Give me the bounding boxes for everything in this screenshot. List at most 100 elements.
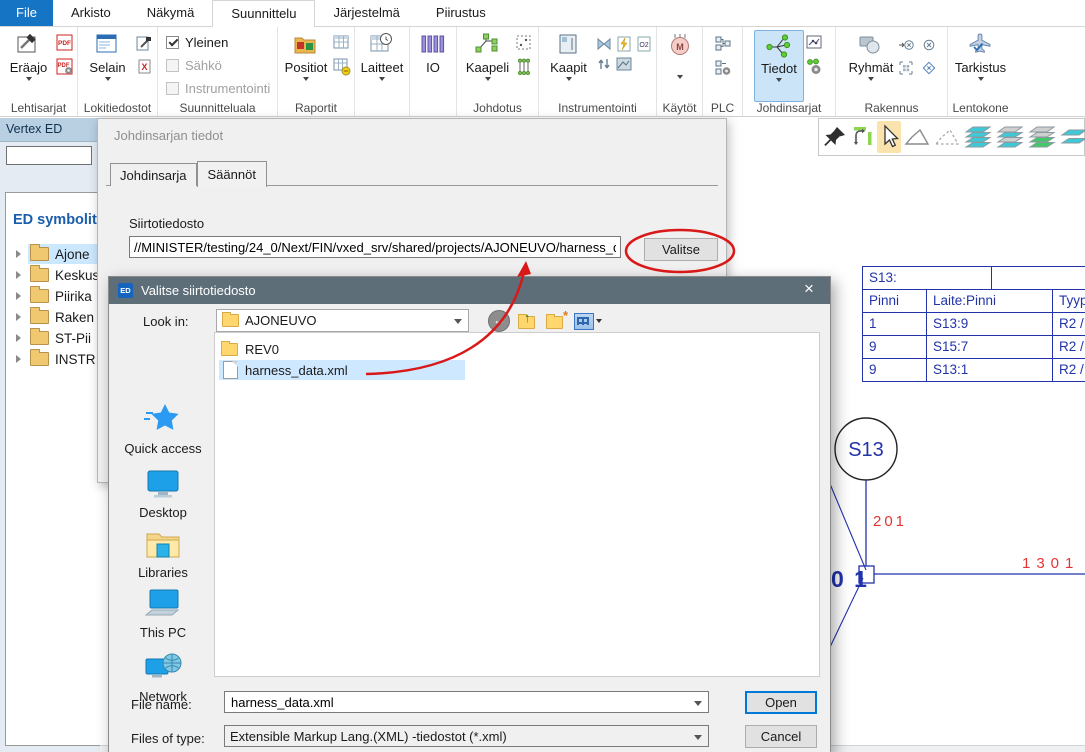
tab-nakyma[interactable]: Näkymä — [129, 0, 213, 26]
positiot-button[interactable]: Positiot — [281, 30, 331, 102]
group-io: IO — [410, 27, 457, 116]
list-item-file-selected[interactable]: harness_data.xml — [219, 360, 348, 380]
polygon-tool[interactable] — [903, 121, 931, 153]
tab-suunnittelu[interactable]: Suunnittelu — [212, 0, 315, 28]
transfer-file-input[interactable] — [129, 236, 621, 258]
checkbox-yleinen[interactable]: Yleinen — [166, 32, 275, 53]
eraajo-button[interactable]: Eräajo — [4, 30, 54, 102]
pin-tool[interactable] — [823, 121, 847, 153]
layers-teal-tool[interactable] — [963, 121, 993, 153]
look-in-combo[interactable]: AJONEUVO — [216, 309, 469, 332]
xml-log-icon[interactable]: X — [135, 58, 153, 76]
libraries-icon — [144, 527, 182, 561]
group-johdotus: Kaapeli Johdotus — [457, 27, 539, 116]
harness-settings-icon[interactable] — [806, 58, 824, 76]
layers-partial-tool[interactable] — [1059, 121, 1085, 153]
kaapit-button[interactable]: Kaapit — [544, 30, 594, 102]
file-name-combo[interactable] — [224, 691, 709, 713]
signal-doc-icon[interactable] — [616, 36, 632, 52]
tree-item-raken[interactable]: Raken — [0, 307, 100, 327]
harness-chart-icon[interactable] — [806, 34, 824, 52]
tab-file[interactable]: File — [0, 0, 53, 26]
selection-area-icon[interactable] — [515, 34, 533, 52]
add-x-ref-icon[interactable] — [898, 37, 914, 53]
plc-tree-icon[interactable] — [714, 35, 732, 53]
select-tool[interactable] — [877, 121, 901, 153]
panel-image-icon[interactable] — [616, 56, 632, 72]
ryhmat-button[interactable]: Ryhmät — [846, 30, 896, 102]
checkbox-icon — [166, 59, 179, 72]
tiedot-button[interactable]: Tiedot — [754, 30, 804, 102]
selain-button[interactable]: Selain — [83, 30, 133, 102]
tarkistus-button[interactable]: Tarkistus — [952, 30, 1010, 102]
laitteet-button[interactable]: Laitteet — [357, 30, 407, 102]
layers-mixed-tool[interactable] — [995, 121, 1025, 153]
o2-doc-icon[interactable]: O2 — [636, 36, 652, 52]
airplane-check-icon — [968, 32, 994, 58]
tree-item-stpii[interactable]: ST-Pii — [0, 328, 100, 348]
new-folder-icon[interactable] — [546, 313, 566, 329]
checkbox-icon — [166, 82, 179, 95]
polygon-dashed-tool[interactable] — [933, 121, 961, 153]
expand-chevron-icon[interactable] — [16, 271, 21, 279]
dropdown-caret-icon — [303, 77, 309, 81]
tree-item-keskus[interactable]: Keskus — [0, 265, 100, 285]
checkbox-sahko[interactable]: Sähkö — [166, 55, 275, 76]
table-filter-icon[interactable] — [333, 58, 351, 76]
tab-piirustus[interactable]: Piirustus — [418, 0, 504, 26]
tab-arkisto[interactable]: Arkisto — [53, 0, 129, 26]
layers-mixed-icon — [995, 123, 1025, 151]
layers-green-tool[interactable] — [1027, 121, 1057, 153]
file-dialog-titlebar[interactable]: ED Valitse siirtotiedosto — [109, 277, 830, 304]
x-ref-icon[interactable] — [921, 37, 937, 53]
valitse-button[interactable]: Valitse — [644, 238, 718, 261]
dropdown-caret-icon — [776, 78, 782, 82]
symbol-search-input[interactable] — [6, 146, 92, 165]
col-header: Tyyp — [1053, 290, 1085, 313]
file-name-input[interactable] — [229, 694, 708, 711]
diamond-x-icon[interactable] — [921, 60, 937, 76]
log-tool-icon[interactable] — [135, 34, 153, 52]
place-desktop[interactable]: Desktop — [113, 467, 213, 520]
file-type-combo[interactable]: Extensible Markup Lang.(XML) -tiedostot … — [224, 725, 709, 747]
back-icon[interactable] — [488, 310, 510, 332]
symbol-label: S13 — [848, 439, 884, 461]
folder-icon — [30, 268, 49, 282]
cable-bundle-icon[interactable] — [515, 58, 533, 76]
expand-chevron-icon[interactable] — [16, 313, 21, 321]
group-grid-icon[interactable] — [898, 60, 914, 76]
cancel-button[interactable]: Cancel — [745, 725, 817, 748]
pdf-settings-icon[interactable]: PDF — [56, 58, 74, 76]
close-icon[interactable] — [798, 279, 820, 299]
tree-item-instr[interactable]: INSTR — [0, 349, 100, 369]
kaapeli-button[interactable]: Kaapeli — [463, 30, 513, 102]
transfer-icon[interactable] — [596, 56, 612, 72]
place-this-pc[interactable]: This PC — [113, 587, 213, 640]
expand-chevron-icon[interactable] — [16, 355, 21, 363]
open-button[interactable]: Open — [745, 691, 817, 714]
tab-jarjestelma[interactable]: Järjestelmä — [315, 0, 417, 26]
place-quick-access[interactable]: Quick access — [113, 401, 213, 456]
pan-rotate-tool[interactable] — [849, 121, 875, 153]
tab-johdinsarja[interactable]: Johdinsarja — [110, 163, 197, 186]
dropdown-caret-icon — [677, 75, 683, 79]
dialog-title: Johdinsarjan tiedot — [114, 128, 223, 143]
expand-chevron-icon[interactable] — [16, 250, 21, 258]
tree-item-piirika[interactable]: Piirika — [0, 286, 100, 306]
checkbox-instrumentointi[interactable]: Instrumentointi — [166, 78, 275, 99]
view-menu-button[interactable] — [574, 313, 602, 330]
pdf-report-icon[interactable]: PDF — [56, 34, 74, 52]
plc-settings-icon[interactable] — [714, 59, 732, 77]
valve-icon[interactable] — [596, 36, 612, 52]
tree-item-ajoneuvo[interactable]: Ajone — [0, 244, 100, 264]
table-report-icon[interactable] — [333, 34, 351, 52]
tab-saannot[interactable]: Säännöt — [197, 161, 267, 187]
expand-chevron-icon[interactable] — [16, 292, 21, 300]
expand-chevron-icon[interactable] — [16, 334, 21, 342]
list-item-folder[interactable]: REV0 — [219, 339, 279, 359]
io-button[interactable]: IO — [412, 30, 454, 102]
kaytot-button[interactable]: M — [662, 30, 698, 102]
place-libraries[interactable]: Libraries — [113, 527, 213, 580]
up-folder-icon[interactable] — [518, 313, 538, 329]
file-list[interactable]: REV0 harness_data.xml — [214, 332, 820, 677]
